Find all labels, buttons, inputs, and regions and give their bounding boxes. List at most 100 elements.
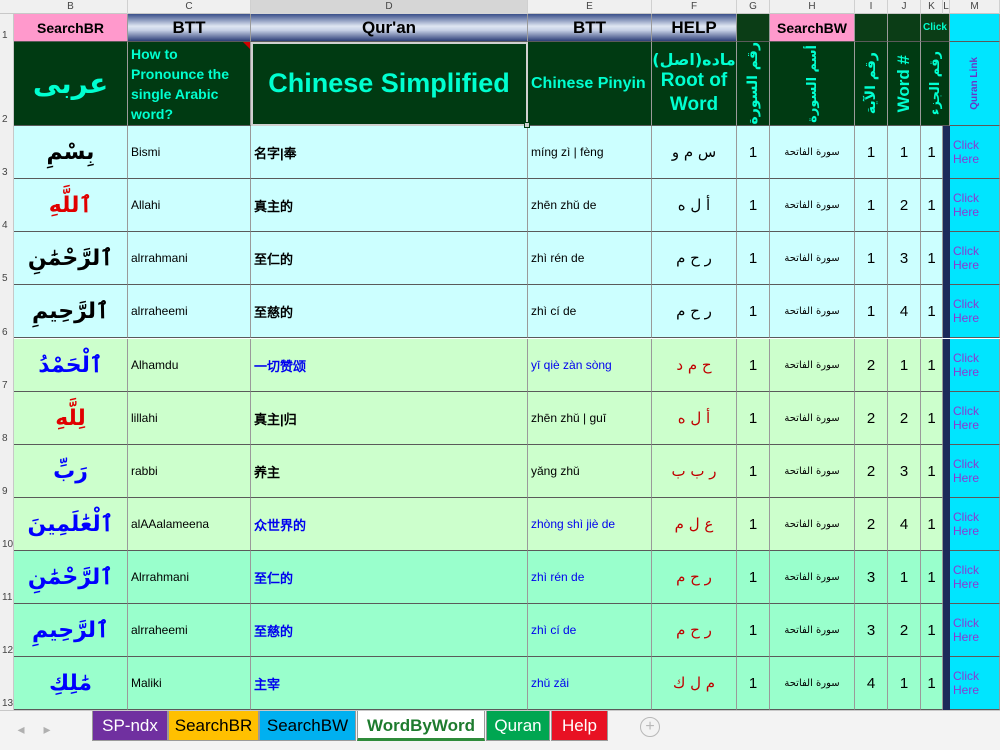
pinyin-cell[interactable]: míng zì | fèng: [528, 126, 652, 179]
arabic-word-cell[interactable]: رَبِّ: [14, 445, 128, 498]
chinese-cell[interactable]: 至仁的: [251, 232, 528, 285]
word-number-cell[interactable]: 2: [888, 179, 921, 232]
root-cell[interactable]: م ل ك: [652, 657, 737, 710]
surah-name-cell[interactable]: سورة الفاتحة: [770, 232, 855, 285]
column-letter[interactable]: C: [128, 0, 251, 14]
arabic-word-cell[interactable]: مَٰلِكِ: [14, 657, 128, 710]
word-number-cell[interactable]: 1: [888, 339, 921, 392]
ayah-number-cell[interactable]: 2: [855, 339, 888, 392]
chinese-cell[interactable]: 至慈的: [251, 604, 528, 657]
column-letter[interactable]: H: [770, 0, 855, 14]
root-cell[interactable]: أ ل ه: [652, 392, 737, 445]
sheet-tab-searchbw[interactable]: SearchBW: [259, 711, 356, 741]
chinese-cell[interactable]: 众世界的: [251, 498, 528, 551]
juz-number-cell[interactable]: 1: [921, 551, 943, 604]
surah-name-cell[interactable]: سورة الفاتحة: [770, 657, 855, 710]
juz-number-cell[interactable]: 1: [921, 179, 943, 232]
pinyin-cell[interactable]: zhēn zhǔ de: [528, 179, 652, 232]
arabic-word-cell[interactable]: ٱلْحَمْدُ: [14, 339, 128, 392]
surah-name-cell[interactable]: سورة الفاتحة: [770, 126, 855, 179]
pronunciation-cell[interactable]: Maliki: [128, 657, 251, 710]
pinyin-cell[interactable]: yǎng zhǔ: [528, 445, 652, 498]
ayah-number-cell[interactable]: 2: [855, 498, 888, 551]
row-number[interactable]: 9: [0, 486, 14, 497]
juz-number-cell[interactable]: 1: [921, 604, 943, 657]
juz-number-cell[interactable]: 1: [921, 285, 943, 338]
chinese-simplified-header[interactable]: Chinese Simplified: [251, 42, 528, 126]
searchbr-header-button[interactable]: SearchBR: [14, 14, 128, 42]
surah-number-cell[interactable]: 1: [737, 126, 770, 179]
row-number[interactable]: 6: [0, 327, 14, 338]
word-number-cell[interactable]: 1: [888, 657, 921, 710]
surah-number-cell[interactable]: 1: [737, 285, 770, 338]
quran-link[interactable]: Click Here: [950, 126, 1000, 179]
juz-number-cell[interactable]: 1: [921, 232, 943, 285]
root-cell[interactable]: ع ل م: [652, 498, 737, 551]
help-header-button[interactable]: HELP: [652, 14, 737, 42]
row-number[interactable]: 8: [0, 433, 14, 444]
root-cell[interactable]: ر ب ب: [652, 445, 737, 498]
juz-number-cell[interactable]: 1: [921, 498, 943, 551]
pinyin-cell[interactable]: zhǔ zǎi: [528, 657, 652, 710]
surah-number-cell[interactable]: 1: [737, 445, 770, 498]
sheet-tab-quran[interactable]: Quran: [486, 711, 550, 741]
column-letter[interactable]: D: [251, 0, 528, 14]
pronunciation-cell[interactable]: Alrrahmani: [128, 551, 251, 604]
row-number[interactable]: 4: [0, 220, 14, 231]
surah-name-cell[interactable]: سورة الفاتحة: [770, 392, 855, 445]
word-number-cell[interactable]: 4: [888, 285, 921, 338]
pinyin-cell[interactable]: zhì cí de: [528, 604, 652, 657]
quran-link[interactable]: Click Here: [950, 657, 1000, 710]
chinese-cell[interactable]: 至仁的: [251, 551, 528, 604]
ayah-number-cell[interactable]: 4: [855, 657, 888, 710]
root-cell[interactable]: س م و: [652, 126, 737, 179]
surah-number-cell[interactable]: 1: [737, 179, 770, 232]
column-letter[interactable]: L: [943, 0, 950, 14]
chinese-cell[interactable]: 真主的: [251, 179, 528, 232]
quran-link[interactable]: Click Here: [950, 285, 1000, 338]
ayah-number-cell[interactable]: 1: [855, 232, 888, 285]
chinese-cell[interactable]: 主宰: [251, 657, 528, 710]
chinese-cell[interactable]: 养主: [251, 445, 528, 498]
pronunciation-cell[interactable]: alrrahmani: [128, 232, 251, 285]
pronunciation-cell[interactable]: rabbi: [128, 445, 251, 498]
chinese-cell[interactable]: 一切赞颂: [251, 339, 528, 392]
column-letter[interactable]: J: [888, 0, 921, 14]
pronunciation-cell[interactable]: Alhamdu: [128, 339, 251, 392]
chinese-cell[interactable]: 真主|归: [251, 392, 528, 445]
root-cell[interactable]: أ ل ه: [652, 179, 737, 232]
column-letter[interactable]: K: [921, 0, 943, 14]
add-sheet-icon[interactable]: +: [640, 717, 660, 737]
juz-number-cell[interactable]: 1: [921, 657, 943, 710]
arabic-word-cell[interactable]: ٱلرَّحِيمِ: [14, 285, 128, 338]
surah-name-cell[interactable]: سورة الفاتحة: [770, 498, 855, 551]
pinyin-cell[interactable]: zhì rén de: [528, 232, 652, 285]
quran-link[interactable]: Click Here: [950, 392, 1000, 445]
column-letter[interactable]: I: [855, 0, 888, 14]
arabic-word-cell[interactable]: ٱلْعَٰلَمِينَ: [14, 498, 128, 551]
arabic-word-cell[interactable]: ٱلرَّحْمَٰنِ: [14, 232, 128, 285]
pronunciation-cell[interactable]: lillahi: [128, 392, 251, 445]
word-number-cell[interactable]: 1: [888, 551, 921, 604]
ayah-number-cell[interactable]: 3: [855, 604, 888, 657]
row-number[interactable]: 11: [0, 592, 14, 603]
row-number[interactable]: 2: [0, 114, 14, 125]
juz-number-cell[interactable]: 1: [921, 339, 943, 392]
quran-link[interactable]: Click Here: [950, 604, 1000, 657]
sheet-tab-searchbr[interactable]: SearchBR: [168, 711, 259, 741]
column-letter[interactable]: E: [528, 0, 652, 14]
column-letter[interactable]: B: [14, 0, 128, 14]
pinyin-cell[interactable]: zhì rén de: [528, 551, 652, 604]
ayah-number-cell[interactable]: 1: [855, 179, 888, 232]
surah-name-cell[interactable]: سورة الفاتحة: [770, 551, 855, 604]
row-number[interactable]: 1: [0, 30, 14, 41]
surah-number-cell[interactable]: 1: [737, 657, 770, 710]
arabic-word-cell[interactable]: بِسْمِ: [14, 126, 128, 179]
juz-number-cell[interactable]: 1: [921, 126, 943, 179]
word-number-cell[interactable]: 2: [888, 604, 921, 657]
juz-number-cell[interactable]: 1: [921, 445, 943, 498]
column-letter[interactable]: F: [652, 0, 737, 14]
surah-name-cell[interactable]: سورة الفاتحة: [770, 445, 855, 498]
pronunciation-cell[interactable]: Bismi: [128, 126, 251, 179]
pronunciation-cell[interactable]: alrraheemi: [128, 604, 251, 657]
